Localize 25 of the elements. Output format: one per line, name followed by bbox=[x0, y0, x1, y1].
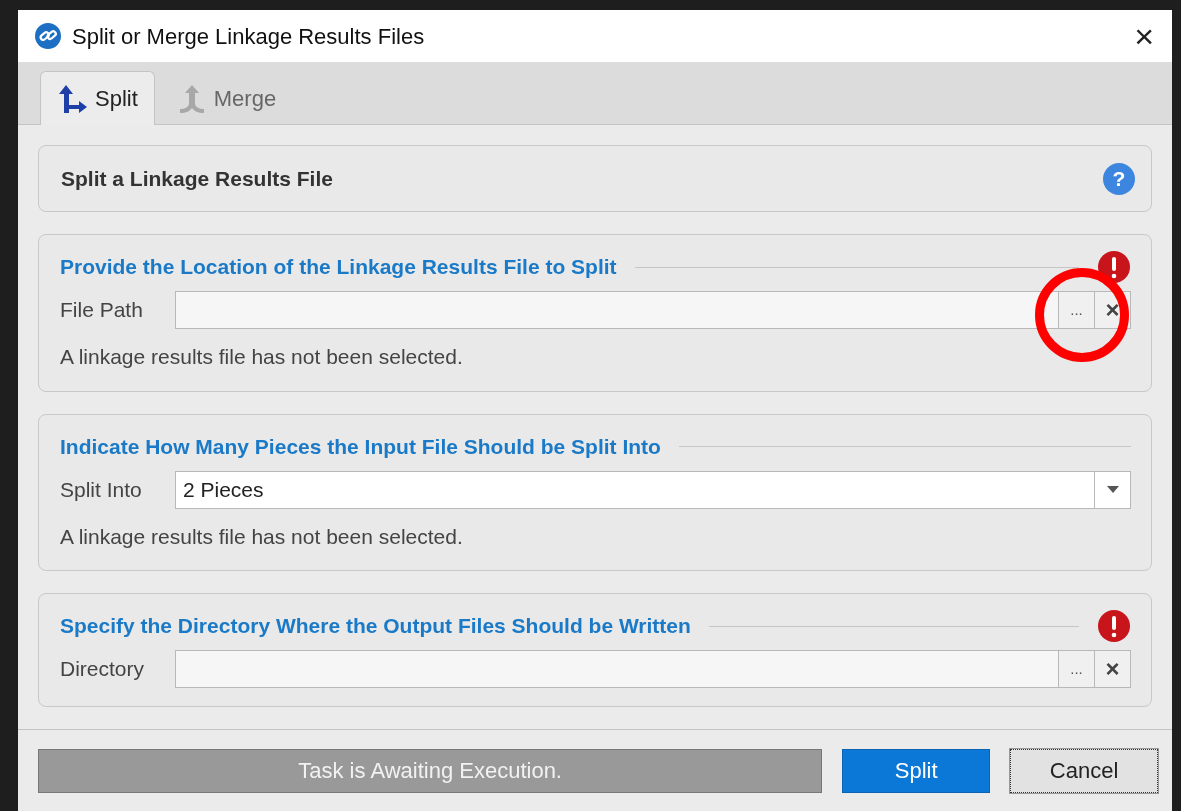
path-field[interactable]: ... × bbox=[175, 650, 1131, 688]
tab[interactable]: Split bbox=[40, 71, 155, 125]
cancel-button[interactable]: Cancel bbox=[1010, 748, 1158, 793]
field-label: Split Into bbox=[60, 476, 143, 503]
field-label: Directory bbox=[60, 656, 145, 683]
clear-button[interactable]: × bbox=[1094, 651, 1130, 687]
tab[interactable]: Merge bbox=[158, 71, 294, 125]
section-title: Indicate How Many Pieces the Input File Should be Split Into bbox=[60, 433, 661, 460]
field-label: File Path bbox=[60, 297, 144, 324]
status-message: A linkage results file has not been selected. bbox=[60, 523, 464, 550]
dropdown-caret-icon bbox=[1106, 486, 1119, 493]
status-message: A linkage results file has not been selected. bbox=[60, 344, 464, 370]
section-title: Specify the Directory Where the Output Files Should be Written bbox=[60, 613, 691, 640]
window-title: Split or Merge Linkage Results Files bbox=[72, 22, 425, 51]
status-bar: Task is Awaiting Execution. bbox=[38, 748, 823, 793]
close-button[interactable]: × bbox=[1128, 19, 1160, 53]
dropdown[interactable]: 2 Pieces bbox=[175, 470, 1131, 509]
split-button[interactable]: Split bbox=[842, 748, 991, 793]
path-field[interactable]: ... × bbox=[175, 291, 1131, 329]
help-button[interactable]: ? bbox=[1103, 162, 1135, 195]
browse-button[interactable]: ... bbox=[1058, 651, 1094, 687]
link-logo-icon bbox=[34, 22, 62, 50]
section-title: Provide the Location of the Linkage Results File to Split bbox=[60, 254, 617, 281]
panel-title: Split a Linkage Results File bbox=[61, 165, 333, 192]
browse-button[interactable]: ... bbox=[1058, 292, 1094, 328]
